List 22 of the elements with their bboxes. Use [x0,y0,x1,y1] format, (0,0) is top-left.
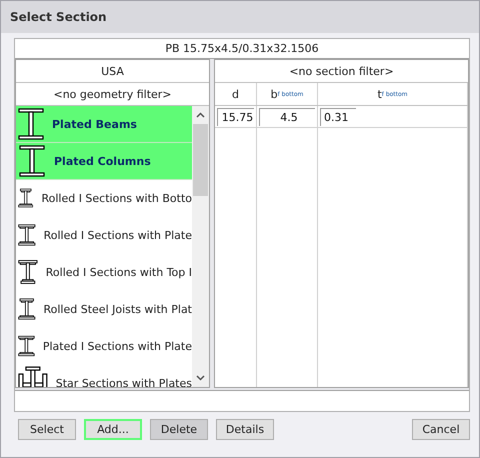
section-type-item[interactable]: Star Sections with Plates [16,365,192,387]
item-label: Plated Columns [54,154,151,168]
section-filter[interactable]: <no section filter> [215,60,468,83]
item-label: Plated Beams [52,118,137,130]
dimension-field[interactable]: 0.31 [320,108,356,126]
dialog-button[interactable]: Select [18,419,76,440]
item-label: Rolled Steel Joists with Plat [44,302,192,316]
item-label: Rolled I Sections with Plate [44,228,192,242]
item-label: Star Sections with Plates [56,376,192,387]
standard-header: USA [16,60,209,83]
section-type-item[interactable]: Plated Columns [16,143,192,180]
section-type-item[interactable]: Plated Beams [16,106,192,143]
dialog-button[interactable]: Details [216,419,274,440]
cancel-button[interactable]: Cancel [412,419,470,440]
dimension-field[interactable]: 15.75 [217,108,254,126]
item-label: Rolled I Sections with Top I [46,266,192,278]
item-label: Plated I Sections with Plate [42,340,192,352]
item-label: Rolled I Sections with Botto [41,192,192,204]
dimension-field[interactable]: 4.5 [259,108,315,126]
dialog-button[interactable]: Add... [84,419,142,440]
column-header: d [215,83,257,105]
window-title: Select Section [10,10,107,24]
